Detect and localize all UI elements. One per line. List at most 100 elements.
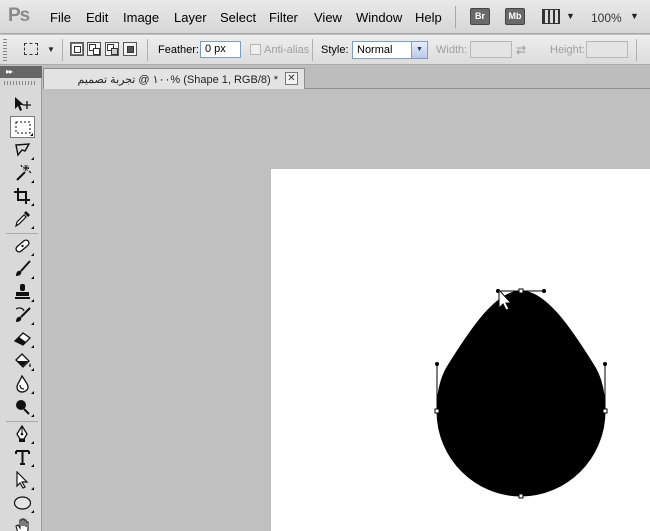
new-selection-icon [74, 46, 81, 53]
menu-window[interactable]: Window [356, 10, 402, 25]
tool-flyout-indicator [31, 299, 34, 302]
intersect-selection-icon [127, 46, 134, 53]
tool-flyout-indicator [31, 203, 34, 206]
chevron-down-icon[interactable]: ▼ [630, 11, 639, 21]
ellipse-tool[interactable] [10, 492, 35, 514]
history-brush-icon [15, 307, 31, 322]
crop-icon [14, 188, 30, 204]
clone-stamp-tool[interactable] [10, 281, 35, 303]
subtract-from-selection-button[interactable] [105, 42, 119, 56]
menu-edit[interactable]: Edit [86, 10, 108, 25]
options-separator [62, 39, 63, 61]
close-icon[interactable]: ✕ [285, 72, 298, 85]
teardrop-shape [436, 290, 606, 497]
height-label: Height: [550, 44, 585, 56]
spot-healing-brush-tool[interactable] [10, 235, 35, 257]
tool-flyout-indicator [31, 226, 34, 229]
hand-tool[interactable] [10, 515, 35, 531]
shape-layer-drawing[interactable] [271, 169, 650, 531]
style-label: Style: [321, 44, 349, 56]
intersect-selection-button[interactable] [123, 42, 137, 56]
menu-image[interactable]: Image [123, 10, 159, 25]
view-extras-icon[interactable] [542, 9, 560, 24]
add-to-selection-button[interactable] [87, 42, 101, 56]
chevron-down-icon[interactable]: ▼ [411, 42, 427, 58]
pen-icon [16, 425, 28, 442]
tools-separator [6, 233, 38, 234]
menu-filter[interactable]: Filter [269, 10, 298, 25]
document-tab[interactable]: ١٠٠ @ تجربة تصميم% (Shape 1, RGB/8) * ✕ [43, 68, 305, 89]
tools-panel-collapse[interactable]: ▸▸ [0, 66, 42, 78]
style-select-value: Normal [357, 44, 393, 56]
move-icon [15, 97, 31, 111]
tool-flyout-indicator [31, 414, 34, 417]
menu-file[interactable]: File [50, 10, 71, 25]
crop-tool[interactable] [10, 185, 35, 207]
paint-bucket-tool[interactable] [10, 350, 35, 372]
tool-flyout-indicator [31, 464, 34, 467]
path-selection-tool[interactable] [10, 469, 35, 491]
eyedropper-tool[interactable] [10, 208, 35, 230]
tool-flyout-indicator [31, 180, 34, 183]
new-selection-button[interactable] [70, 42, 84, 56]
tools-panel-grip[interactable] [4, 81, 36, 85]
magic-wand-icon [16, 164, 32, 181]
menu-layer[interactable]: Layer [174, 10, 207, 25]
menu-separator [455, 6, 456, 28]
height-input[interactable] [586, 41, 628, 58]
anti-alias-checkbox[interactable] [250, 44, 261, 55]
chevron-down-icon[interactable]: ▼ [47, 45, 55, 54]
eyedropper-icon [15, 211, 30, 228]
dodge-tool[interactable] [10, 396, 35, 418]
menu-view[interactable]: View [314, 10, 342, 25]
history-brush-tool[interactable] [10, 304, 35, 326]
path-selection-arrow-icon [16, 471, 29, 489]
tool-flyout-indicator [31, 391, 34, 394]
blur-tool[interactable] [10, 373, 35, 395]
options-bar-grip[interactable] [3, 39, 7, 61]
tool-flyout-indicator [31, 322, 34, 325]
photoshop-logo: Ps [8, 5, 30, 26]
stamp-icon [15, 284, 30, 299]
type-tool[interactable] [10, 446, 35, 468]
zoom-level[interactable]: 100% [591, 11, 622, 25]
tool-flyout-indicator [31, 510, 34, 513]
tool-preset-marquee-icon[interactable] [24, 43, 38, 55]
lasso-tool[interactable] [10, 139, 35, 161]
feather-label: Feather: [158, 44, 199, 56]
document-canvas[interactable] [271, 169, 650, 531]
dodge-icon [16, 400, 30, 415]
style-select[interactable]: Normal ▼ [352, 41, 428, 59]
canvas-pasteboard[interactable] [43, 90, 650, 531]
pen-tool[interactable] [10, 423, 35, 445]
ellipse-icon [13, 496, 32, 510]
document-tab-bar: ١٠٠ @ تجربة تصميم% (Shape 1, RGB/8) * ✕ [43, 66, 650, 89]
tool-flyout-indicator [31, 345, 34, 348]
add-selection-icon [93, 48, 100, 55]
eraser-icon [13, 332, 32, 346]
eraser-tool[interactable] [10, 327, 35, 349]
chevron-down-icon[interactable]: ▼ [566, 11, 575, 21]
move-tool[interactable] [10, 93, 35, 115]
launch-mini-bridge-button[interactable]: Mb [505, 8, 525, 25]
tools-separator [6, 421, 38, 422]
brush-tool[interactable] [10, 258, 35, 280]
menu-select[interactable]: Select [220, 10, 256, 25]
options-separator [636, 39, 637, 61]
rectangular-marquee-tool[interactable] [10, 116, 35, 138]
lasso-icon [15, 143, 31, 157]
launch-bridge-button[interactable]: Br [470, 8, 490, 25]
tool-flyout-indicator [31, 276, 34, 279]
menu-help[interactable]: Help [415, 10, 442, 25]
tool-flyout-indicator [30, 133, 33, 136]
quick-selection-tool[interactable] [10, 162, 35, 184]
tool-flyout-indicator [31, 487, 34, 490]
subtract-selection-icon [111, 48, 118, 55]
tools-panel: ▸▸ [0, 66, 42, 531]
healing-bandage-icon [15, 239, 30, 253]
swap-width-height-icon[interactable]: ⇄ [516, 43, 526, 57]
document-tab-title: ١٠٠ @ تجربة تصميم% (Shape 1, RGB/8) * [77, 74, 278, 86]
width-input[interactable] [470, 41, 512, 58]
paint-bucket-icon [15, 353, 31, 368]
feather-input[interactable]: 0 px [200, 41, 241, 58]
